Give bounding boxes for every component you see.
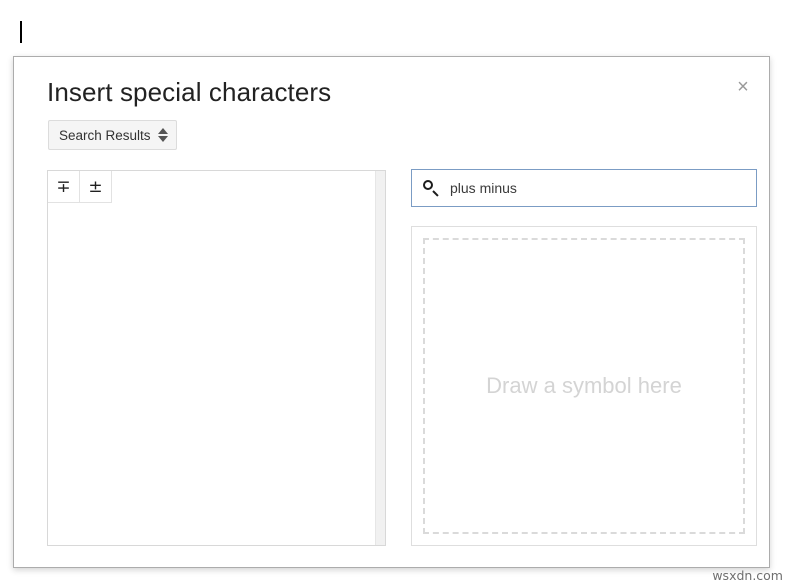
category-dropdown[interactable]: Search Results: [48, 120, 177, 150]
search-icon: [422, 179, 440, 197]
draw-symbol-panel: Draw a symbol here: [411, 226, 757, 546]
search-input-value: plus minus: [450, 180, 517, 196]
close-icon[interactable]: ×: [730, 74, 756, 100]
chevron-updown-icon: [158, 128, 168, 142]
character-tile-plus-minus[interactable]: ±: [80, 171, 112, 203]
search-input[interactable]: plus minus: [411, 169, 757, 207]
insert-special-characters-dialog: Insert special characters × Search Resul…: [13, 56, 770, 568]
page-title: Insert special characters: [47, 77, 331, 108]
draw-symbol-canvas[interactable]: Draw a symbol here: [423, 238, 745, 534]
search-results-panel: ∓ ±: [47, 170, 386, 546]
text-caret: [20, 21, 22, 43]
draw-symbol-placeholder: Draw a symbol here: [486, 373, 682, 399]
watermark: wsxdn.com: [712, 568, 783, 583]
results-scrollbar[interactable]: [375, 171, 385, 545]
character-grid: ∓ ±: [48, 171, 376, 545]
character-tile-minus-plus[interactable]: ∓: [48, 171, 80, 203]
category-dropdown-label: Search Results: [59, 128, 151, 143]
